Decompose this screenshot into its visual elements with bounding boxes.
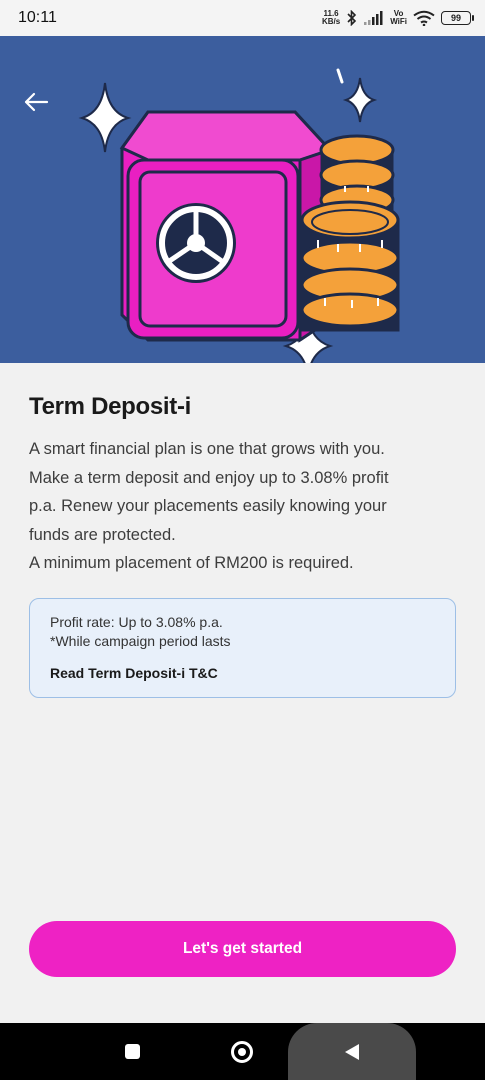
arrow-left-icon xyxy=(24,92,49,112)
system-nav-bar xyxy=(0,1023,485,1080)
info-box: Profit rate: Up to 3.08% p.a. *While cam… xyxy=(29,597,456,698)
recents-square-icon xyxy=(124,1044,140,1059)
description: A smart financial plan is one that grows… xyxy=(29,435,456,578)
home-button[interactable] xyxy=(216,1023,268,1080)
status-time: 10:11 xyxy=(18,9,57,26)
status-icons: 11.6 KB/s Vo WiFi 99 xyxy=(322,10,474,26)
sparkle-icon xyxy=(342,77,378,123)
bluetooth-icon xyxy=(347,10,357,26)
signal-icon xyxy=(364,11,383,25)
page-title: Term Deposit-i xyxy=(29,393,192,420)
back-button[interactable] xyxy=(22,88,50,116)
footer: Let's get started xyxy=(0,903,485,1023)
battery-icon: 99 xyxy=(441,11,474,25)
main-content: Term Deposit-i A smart financial plan is… xyxy=(0,363,485,903)
wifi-icon xyxy=(413,10,435,26)
network-speed: 11.6 KB/s xyxy=(322,10,340,26)
safe-illustration xyxy=(78,68,400,363)
recents-button[interactable] xyxy=(106,1023,158,1080)
nav-back-button[interactable] xyxy=(326,1023,378,1080)
description-line: A smart financial plan is one that grows… xyxy=(29,440,385,458)
description-line: A minimum placement of RM200 is required… xyxy=(29,554,354,572)
lets-get-started-button[interactable]: Let's get started xyxy=(29,921,456,977)
description-line: funds are protected. xyxy=(29,525,176,544)
hero-banner xyxy=(0,36,485,363)
campaign-note: *While campaign period lasts xyxy=(50,632,231,649)
battery-level: 99 xyxy=(450,13,461,23)
vowifi-wifi: WiFi xyxy=(390,17,407,26)
network-speed-unit: KB/s xyxy=(321,17,341,26)
status-bar: 10:11 11.6 KB/s Vo WiFi 99 xyxy=(0,0,485,36)
tnc-link[interactable]: Read Term Deposit-i T&C xyxy=(50,665,435,681)
back-triangle-icon xyxy=(345,1043,359,1060)
description-line: Make a term deposit and enjoy up to 3.08… xyxy=(29,468,389,487)
sparkle-icon xyxy=(78,82,132,153)
vowifi-indicator: Vo WiFi xyxy=(390,10,407,26)
profit-rate-text: Profit rate: Up to 3.08% p.a. xyxy=(50,613,223,630)
home-circle-icon xyxy=(231,1040,253,1063)
description-line: p.a. Renew your placements easily knowin… xyxy=(29,497,387,515)
